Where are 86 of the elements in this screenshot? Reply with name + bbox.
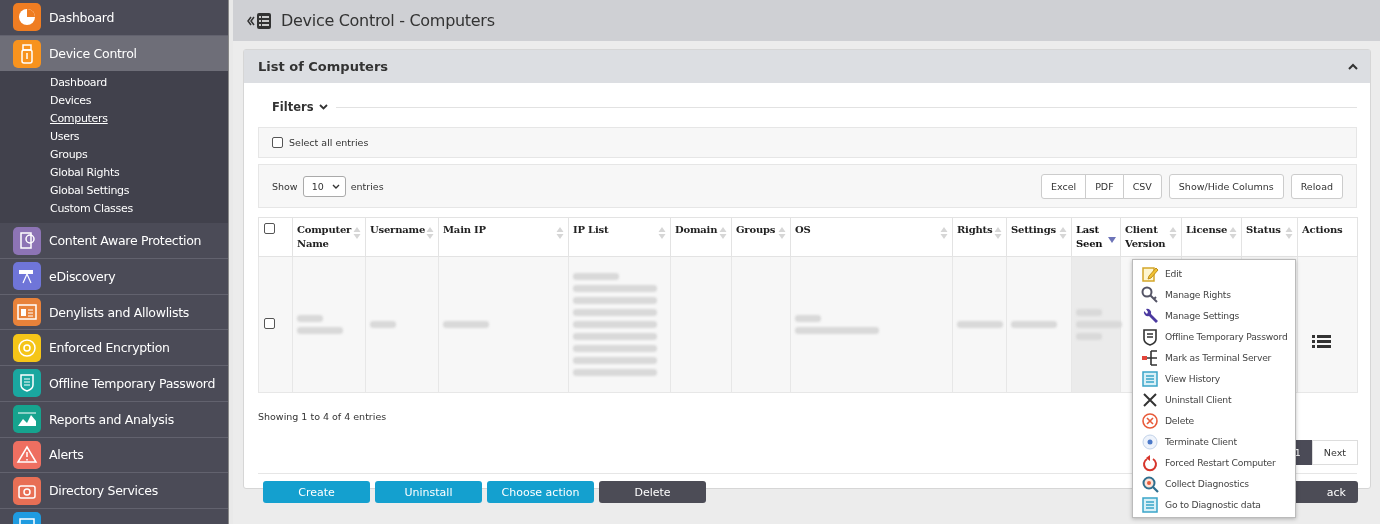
sort-icon[interactable] [1059,226,1067,240]
sort-icon[interactable] [426,226,434,240]
sort-icon[interactable] [1285,226,1293,240]
sort-icon[interactable] [940,226,948,240]
sort-icon[interactable] [1229,226,1237,240]
sidebar-item[interactable]: Enforced Encryption [0,330,228,367]
blurred-text [443,321,489,328]
submenu-link[interactable]: Devices [50,92,92,111]
collapse-icon[interactable] [246,11,272,30]
wrench-icon [1141,306,1159,325]
edit-icon [1141,264,1159,283]
blurred-text [297,315,323,322]
panel-title: List of Computers [258,59,389,74]
submenu-link[interactable]: Computers [50,110,108,129]
submenu-link[interactable]: Dashboard [50,74,107,93]
blurred-text [957,321,1003,328]
menu-item[interactable]: Uninstall Client [1141,389,1295,410]
sidebar-item[interactable]: Content Aware Protection [0,223,228,260]
caret-icon [331,183,340,189]
close-icon [1141,390,1159,409]
toolbar-button[interactable]: Excel [1040,173,1087,199]
submenu-link[interactable]: Custom Classes [50,200,133,219]
blurred-text [573,273,619,280]
action-button[interactable]: Delete [599,481,706,503]
entries-label: entries [350,180,384,192]
menu-item[interactable]: Offline Temporary Password [1141,326,1295,347]
toolbar-button[interactable]: PDF [1085,173,1124,199]
sort-icon[interactable] [778,226,786,240]
menu-item[interactable]: Edit [1141,263,1295,284]
menu-item[interactable]: Forced Restart Computer [1141,452,1295,473]
toolbar-button[interactable]: CSV [1122,173,1162,199]
chevron-up-icon[interactable] [1348,63,1358,70]
sort-down-icon[interactable] [1108,237,1116,243]
checkbox[interactable] [272,137,283,148]
network-icon [1141,348,1159,367]
sort-icon[interactable] [994,226,1002,240]
submenu-link[interactable]: Global Rights [50,164,120,183]
sidebar-item[interactable]: Device Control [0,35,228,72]
submenu-link[interactable]: Global Settings [50,182,130,201]
checkbox[interactable] [264,318,275,329]
toolbar-button[interactable]: Reload [1290,173,1343,199]
sort-icon[interactable] [556,226,564,240]
blurred-text [795,315,821,322]
entries-info: Showing 1 to 4 of 4 entries [258,411,387,422]
menu-item[interactable]: Delete [1141,410,1295,431]
menu-item[interactable]: Manage Rights [1141,284,1295,305]
sort-icon[interactable] [719,226,727,240]
page-size-select[interactable]: 10 [302,175,346,197]
sidebar-item[interactable]: Denylists and Allowlists [0,294,228,331]
caret-icon [318,104,328,110]
sidebar-item[interactable]: Dashboard [0,0,228,36]
column-header: Actions [1302,223,1344,237]
submenu-link[interactable]: Groups [50,146,88,165]
sidebar-item[interactable]: Reports and Analysis [0,401,228,438]
blurred-text [370,321,396,328]
list-icon [1141,369,1159,388]
key-icon [1141,285,1159,304]
sidebar-item[interactable]: Alerts [0,437,228,474]
select-all-label: Select all entries [289,137,369,148]
radio-icon [1141,432,1159,451]
page-title: Device Control - Computers [281,11,495,30]
sort-icon[interactable] [1169,226,1177,240]
pagination-button[interactable]: Next [1311,440,1358,465]
filters-toggle[interactable]: Filters [272,100,328,114]
menu-item[interactable]: Manage Settings [1141,305,1295,326]
blurred-text [1076,321,1122,328]
blurred-text [297,327,343,334]
sidebar-item[interactable]: eDiscovery [0,259,228,295]
sidebar-item[interactable]: Directory Services [0,473,228,509]
list-icon [1141,495,1159,514]
restart-icon [1141,453,1159,472]
sidebar-item[interactable]: Offline Temporary Password [0,366,228,402]
submenu-link[interactable]: Users [50,128,80,147]
show-label: Show [272,180,298,192]
menu-item[interactable]: Mark as Terminal Server [1141,347,1295,368]
sort-icon[interactable] [353,226,361,240]
menu-item[interactable]: View History [1141,368,1295,389]
magnifier-icon [1141,474,1159,493]
blurred-text [1011,321,1057,328]
delete-icon [1141,411,1159,430]
list-menu-icon[interactable] [1312,335,1331,348]
menu-item[interactable]: Terminate Client [1141,431,1295,452]
shield-icon [1141,327,1159,346]
checkbox[interactable] [264,223,275,234]
toolbar-button[interactable]: Show/Hide Columns [1168,173,1284,199]
sort-icon[interactable] [658,226,666,240]
